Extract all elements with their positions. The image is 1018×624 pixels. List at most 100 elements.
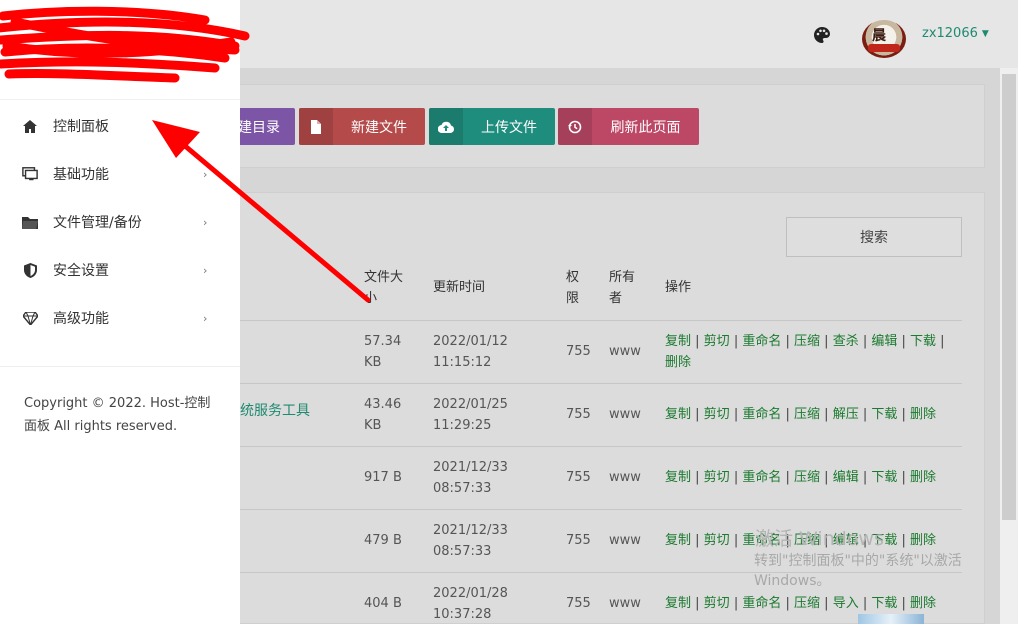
file-permission: 755 [566,407,591,422]
action-link[interactable]: 复制 [665,334,691,349]
upload-button[interactable]: 上传文件 [429,108,555,145]
action-link[interactable]: 解压 [833,407,859,422]
file-permission: 755 [566,596,591,611]
action-link[interactable]: 删除 [910,470,936,485]
sidebar-item-dashboard[interactable]: 控制面板 [0,102,240,150]
chevron-right-icon: › [203,215,208,229]
action-link[interactable]: 剪切 [704,334,730,349]
action-link[interactable]: 剪切 [704,470,730,485]
action-link[interactable]: 剪切 [704,533,730,548]
action-link[interactable]: 查杀 [833,334,859,349]
action-link[interactable]: 下载 [871,470,897,485]
file-date: 2022/01/28 [433,586,508,601]
search-label: 搜索 [860,230,888,246]
search-button[interactable]: 搜索 [786,217,962,257]
sidebar-item-label: 高级功能 [53,311,109,327]
action-link[interactable]: 重命名 [742,407,781,422]
action-separator: | [897,334,911,349]
scrollbar-thumb[interactable] [1002,74,1016,520]
refresh-label: 刷新此页面 [610,119,681,136]
row-divider [230,320,962,321]
sidebar-item-label: 文件管理/备份 [53,215,142,231]
caret-down-icon: ▼ [981,28,989,39]
sidebar-item-security[interactable]: 安全设置 › [0,246,240,294]
sidebar-item-label: 安全设置 [53,263,109,279]
action-link[interactable]: 剪切 [704,596,730,611]
action-link[interactable]: 删除 [910,596,936,611]
action-link[interactable]: 下载 [871,596,897,611]
file-date: 2022/01/25 [433,397,508,412]
action-separator: | [897,533,911,548]
action-separator: | [820,334,833,349]
activation-watermark-title: 激活 Windows [755,528,884,550]
sidebar-item-advanced[interactable]: 高级功能 › [0,294,240,342]
file-time: 08:57:33 [433,544,492,559]
avatar-text: 晨 [872,28,886,44]
action-link[interactable]: 下载 [871,407,897,422]
header-perm-line2: 限 [566,291,580,306]
action-separator: | [691,596,704,611]
action-separator: | [691,470,704,485]
action-separator: | [729,334,743,349]
action-separator: | [781,470,795,485]
action-link[interactable]: 复制 [665,533,691,548]
row-actions: 复制 | 剪切 | 重命名 | 压缩 | 导入 | 下载 | 删除 [665,593,965,614]
avatar[interactable]: 晨 [862,20,906,58]
action-link[interactable]: 删除 [910,533,936,548]
action-separator: | [858,407,872,422]
file-time: 11:29:25 [433,418,492,433]
action-link[interactable]: 下载 [910,334,936,349]
file-permission: 755 [566,344,591,359]
file-time: 08:57:33 [433,481,492,496]
action-link[interactable]: 重命名 [742,334,781,349]
action-separator: | [820,407,833,422]
action-link[interactable]: 删除 [665,355,691,370]
diamond-icon [22,310,38,326]
header-mtime: 更新时间 [433,280,486,295]
new-file-button[interactable]: 新建文件 [299,108,425,145]
file-size: 57.34 [364,334,402,349]
file-time: 10:37:28 [433,607,492,622]
sidebar: 控制面板 基础功能 › 文件管理/备份 › 安全设置 › 高级功能 › Copy… [0,0,250,624]
action-separator: | [729,407,743,422]
activation-watermark-subtitle: 转到"控制面板"中的"系统"以激活Windows。 [754,553,962,589]
action-link[interactable]: 压缩 [794,334,820,349]
copyright-text: Copyright © 2022. Host-控制面板 All rights r… [24,396,211,434]
refresh-button[interactable]: 刷新此页面 [558,108,699,145]
home-icon [22,118,38,134]
header-owner: 所有 者 [609,267,635,309]
header-perm: 权 限 [566,267,579,309]
sidebar-item-basic[interactable]: 基础功能 › [0,150,240,198]
header-ops: 操作 [665,280,692,295]
action-link[interactable]: 重命名 [742,470,781,485]
palette-icon[interactable] [812,25,832,45]
action-link[interactable]: 编辑 [833,470,859,485]
action-link[interactable]: 重命名 [742,596,781,611]
sidebar-item-label: 控制面板 [53,119,109,135]
file-name-link[interactable]: 统服务工具 [240,400,310,420]
file-size-unit: KB [364,355,382,370]
action-separator: | [729,533,743,548]
file-permission: 755 [566,470,591,485]
action-link[interactable]: 剪切 [704,407,730,422]
username: zx12066 [922,26,978,41]
action-link[interactable]: 导入 [833,596,859,611]
action-separator: | [781,334,795,349]
user-menu[interactable]: zx12066 ▼ [922,26,989,41]
action-link[interactable]: 复制 [665,470,691,485]
folder-icon [22,214,38,230]
chevron-right-icon: › [203,311,208,325]
action-link[interactable]: 压缩 [794,470,820,485]
action-link[interactable]: 压缩 [794,596,820,611]
action-link[interactable]: 压缩 [794,407,820,422]
scrollbar[interactable] [1000,68,1018,624]
action-link[interactable]: 复制 [665,596,691,611]
action-separator: | [820,470,833,485]
file-size: 479 B [364,533,402,548]
header-size-line1: 文件大 [364,270,404,285]
action-link[interactable]: 复制 [665,407,691,422]
action-link[interactable]: 编辑 [871,334,897,349]
file-owner: www [609,533,641,548]
action-link[interactable]: 删除 [910,407,936,422]
sidebar-item-files[interactable]: 文件管理/备份 › [0,198,240,246]
